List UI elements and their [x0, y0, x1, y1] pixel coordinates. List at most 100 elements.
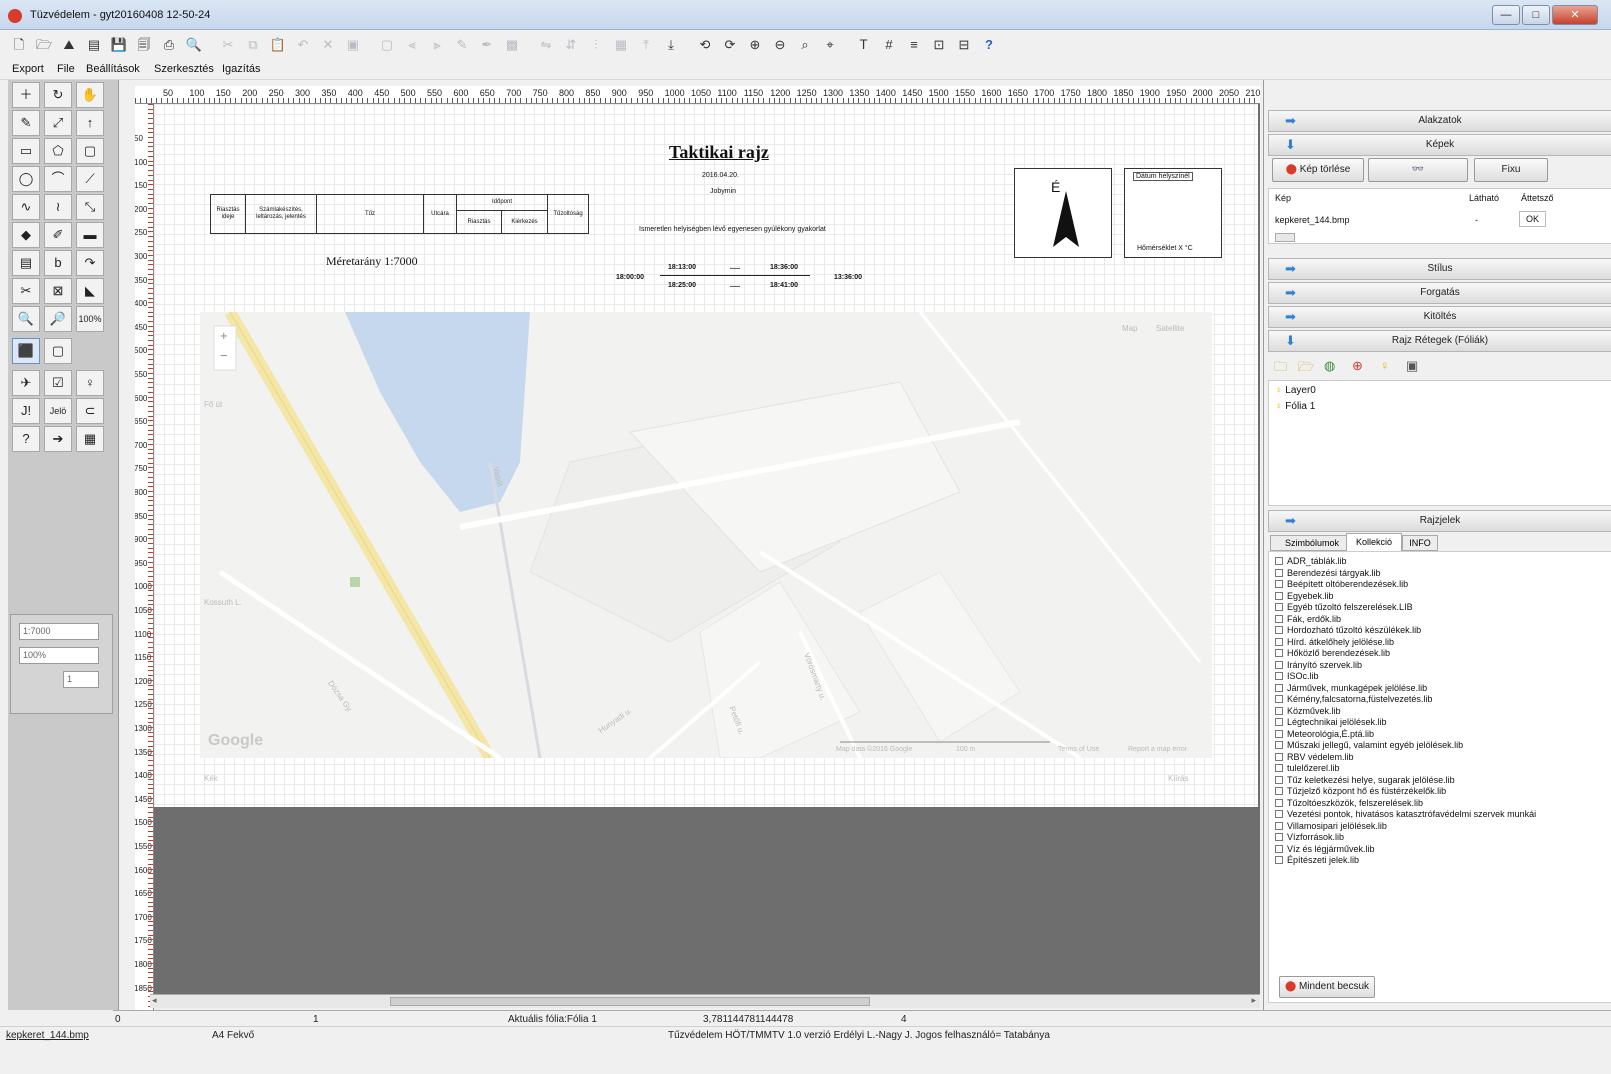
undo-icon[interactable]: ↶: [294, 36, 312, 54]
zoom-select[interactable]: 100%: [19, 647, 99, 664]
polygon-tool-button[interactable]: ⬠: [44, 138, 72, 164]
library-checkbox[interactable]: [1275, 614, 1283, 623]
library-item[interactable]: Közművek.lib: [1275, 706, 1341, 716]
pen-icon[interactable]: ✒: [478, 36, 496, 54]
open-icon[interactable]: 🗁: [35, 36, 53, 54]
ellipse-tool-button[interactable]: ◯: [12, 166, 40, 192]
library-checkbox[interactable]: [1275, 833, 1283, 841]
crosshair-tool-button[interactable]: ＋: [12, 82, 40, 108]
image-table-scroll[interactable]: [1275, 233, 1295, 242]
library-checkbox[interactable]: [1275, 752, 1283, 761]
rounded-rect-tool-button[interactable]: ▢: [76, 138, 104, 164]
clear-all-button[interactable]: ⬤ Mindent becsuk: [1279, 976, 1375, 998]
library-item[interactable]: Fák, erdők.lib: [1275, 614, 1341, 624]
table-icon[interactable]: #: [880, 36, 898, 54]
image-row-transparent[interactable]: OK: [1519, 211, 1547, 227]
library-checkbox[interactable]: [1275, 683, 1283, 692]
library-item[interactable]: Meteorológia,É.ptá.lib: [1275, 729, 1374, 739]
distribute-icon[interactable]: ⫶: [587, 36, 605, 54]
rotate-left-icon[interactable]: ⟲: [696, 36, 714, 54]
library-item[interactable]: Villamosipari jelölések.lib: [1275, 821, 1387, 831]
tab-szimbolumok[interactable]: Szimbólumok: [1270, 535, 1354, 551]
box-select-tool-button[interactable]: ⊠: [44, 278, 72, 304]
layer-item[interactable]: ♀ Layer0: [1275, 385, 1316, 396]
library-checkbox[interactable]: [1275, 810, 1283, 818]
horizontal-scrollbar[interactable]: ◂ ▸: [150, 994, 1260, 1008]
library-item[interactable]: Irányító szervek.lib: [1275, 660, 1362, 670]
image-row-visible[interactable]: -: [1475, 215, 1478, 225]
bold-text-tool-button[interactable]: b: [44, 250, 72, 276]
tab-info[interactable]: INFO: [1402, 535, 1438, 551]
library-item[interactable]: Tűzjelző központ hő és füstérzékelők.lib: [1275, 786, 1446, 796]
map-report-link[interactable]: Report a map error: [1128, 746, 1187, 753]
image-row-name[interactable]: kepkeret_144.bmp: [1275, 215, 1350, 225]
help-icon[interactable]: ?: [980, 36, 998, 54]
copy-icon[interactable]: ⧉: [244, 36, 262, 54]
rotate-tool-button[interactable]: ↻: [44, 82, 72, 108]
library-checkbox[interactable]: [1275, 706, 1283, 715]
library-checkbox[interactable]: [1275, 729, 1283, 738]
folder-open-icon[interactable]: 🗁: [1298, 358, 1314, 380]
library-checkbox[interactable]: [1275, 603, 1283, 611]
library-item[interactable]: Műszaki jellegű, valamint egyéb jelölése…: [1275, 740, 1463, 750]
freehand-tool-button[interactable]: ≀: [44, 194, 72, 220]
map-tool-button[interactable]: ⬛: [12, 338, 40, 364]
alert-tool-button[interactable]: J!: [12, 398, 40, 424]
library-checkbox[interactable]: [1275, 821, 1283, 830]
library-checkbox[interactable]: [1275, 787, 1283, 795]
print-icon[interactable]: ⎙: [160, 36, 178, 54]
library-checkbox[interactable]: [1275, 637, 1283, 646]
layer-props-icon[interactable]: ▣: [1406, 358, 1418, 374]
pencil-icon[interactable]: ✎: [453, 36, 471, 54]
bracket-tool-button[interactable]: ⊂: [76, 398, 104, 424]
map-tab-map[interactable]: Map: [1122, 324, 1138, 333]
bulb-icon[interactable]: ♀: [1380, 358, 1390, 373]
library-checkbox[interactable]: [1275, 580, 1283, 588]
section-forgatas[interactable]: ➡ Forgatás: [1268, 282, 1611, 304]
send-back-icon[interactable]: ⤓: [662, 36, 680, 54]
menu-edit[interactable]: Szerkesztés: [154, 63, 214, 75]
fill-icon[interactable]: ▩: [503, 36, 521, 54]
tab-kollekcio[interactable]: Kollekció: [1346, 533, 1402, 551]
library-checkbox[interactable]: [1275, 775, 1283, 784]
bring-front-icon[interactable]: ⤒: [637, 36, 655, 54]
line-width-field[interactable]: 1: [63, 671, 99, 688]
minimize-button[interactable]: —: [1492, 5, 1520, 25]
layers-icon[interactable]: ≡: [905, 36, 923, 54]
section-stilus[interactable]: ➡ Stílus: [1268, 258, 1611, 280]
delete-icon[interactable]: ✕: [319, 36, 337, 54]
library-item[interactable]: RBV védelem.lib: [1275, 752, 1354, 762]
image-delete-button[interactable]: ⬤ Kép törlése: [1272, 158, 1364, 182]
library-checkbox[interactable]: [1275, 626, 1283, 634]
bulb-tool-button[interactable]: ♀: [76, 370, 104, 396]
save-as-icon[interactable]: 🗐: [135, 36, 153, 54]
library-item[interactable]: ADR_táblák.lib: [1275, 556, 1347, 566]
library-item[interactable]: Beépített oltóberendezések.lib: [1275, 579, 1408, 589]
connector-tool-button[interactable]: ⤡: [76, 194, 104, 220]
library-item[interactable]: Vízforrások.lib: [1275, 832, 1344, 842]
library-checkbox[interactable]: [1275, 649, 1283, 657]
hand-tool-button[interactable]: ✋: [76, 82, 104, 108]
globe-icon[interactable]: ◍: [1324, 358, 1335, 374]
map-tab-satellite[interactable]: Satellite: [1156, 324, 1184, 333]
library-item[interactable]: Hordozható tűzoltó készülékek.lib: [1275, 625, 1421, 635]
marker-tool-button[interactable]: ◣: [76, 278, 104, 304]
frame-tool-button[interactable]: ▢: [44, 338, 72, 364]
scroll-right-icon[interactable]: ▸: [1251, 995, 1256, 1006]
redo-tool-button[interactable]: ↷: [76, 250, 104, 276]
scroll-left-icon[interactable]: ◂: [152, 995, 157, 1006]
library-checkbox[interactable]: [1275, 718, 1283, 726]
zoom-in-icon[interactable]: ⊕: [746, 36, 764, 54]
library-item[interactable]: Berendezési tárgyak.lib: [1275, 568, 1381, 578]
sign-tool-button[interactable]: Jelö: [44, 398, 72, 424]
map-zoom-in-button[interactable]: +: [220, 328, 228, 343]
maximize-button[interactable]: □: [1522, 5, 1550, 25]
check-tool-button[interactable]: ☑: [44, 370, 72, 396]
gallery-icon[interactable]: ⛰: [60, 36, 78, 54]
library-checkbox[interactable]: [1275, 591, 1283, 600]
library-item[interactable]: tulelőzerel.lib: [1275, 763, 1340, 773]
pen-tool-button[interactable]: ✐: [44, 222, 72, 248]
library-checkbox[interactable]: [1275, 660, 1283, 669]
library-checkbox[interactable]: [1275, 741, 1283, 749]
scale-select[interactable]: 1:7000: [19, 623, 99, 640]
